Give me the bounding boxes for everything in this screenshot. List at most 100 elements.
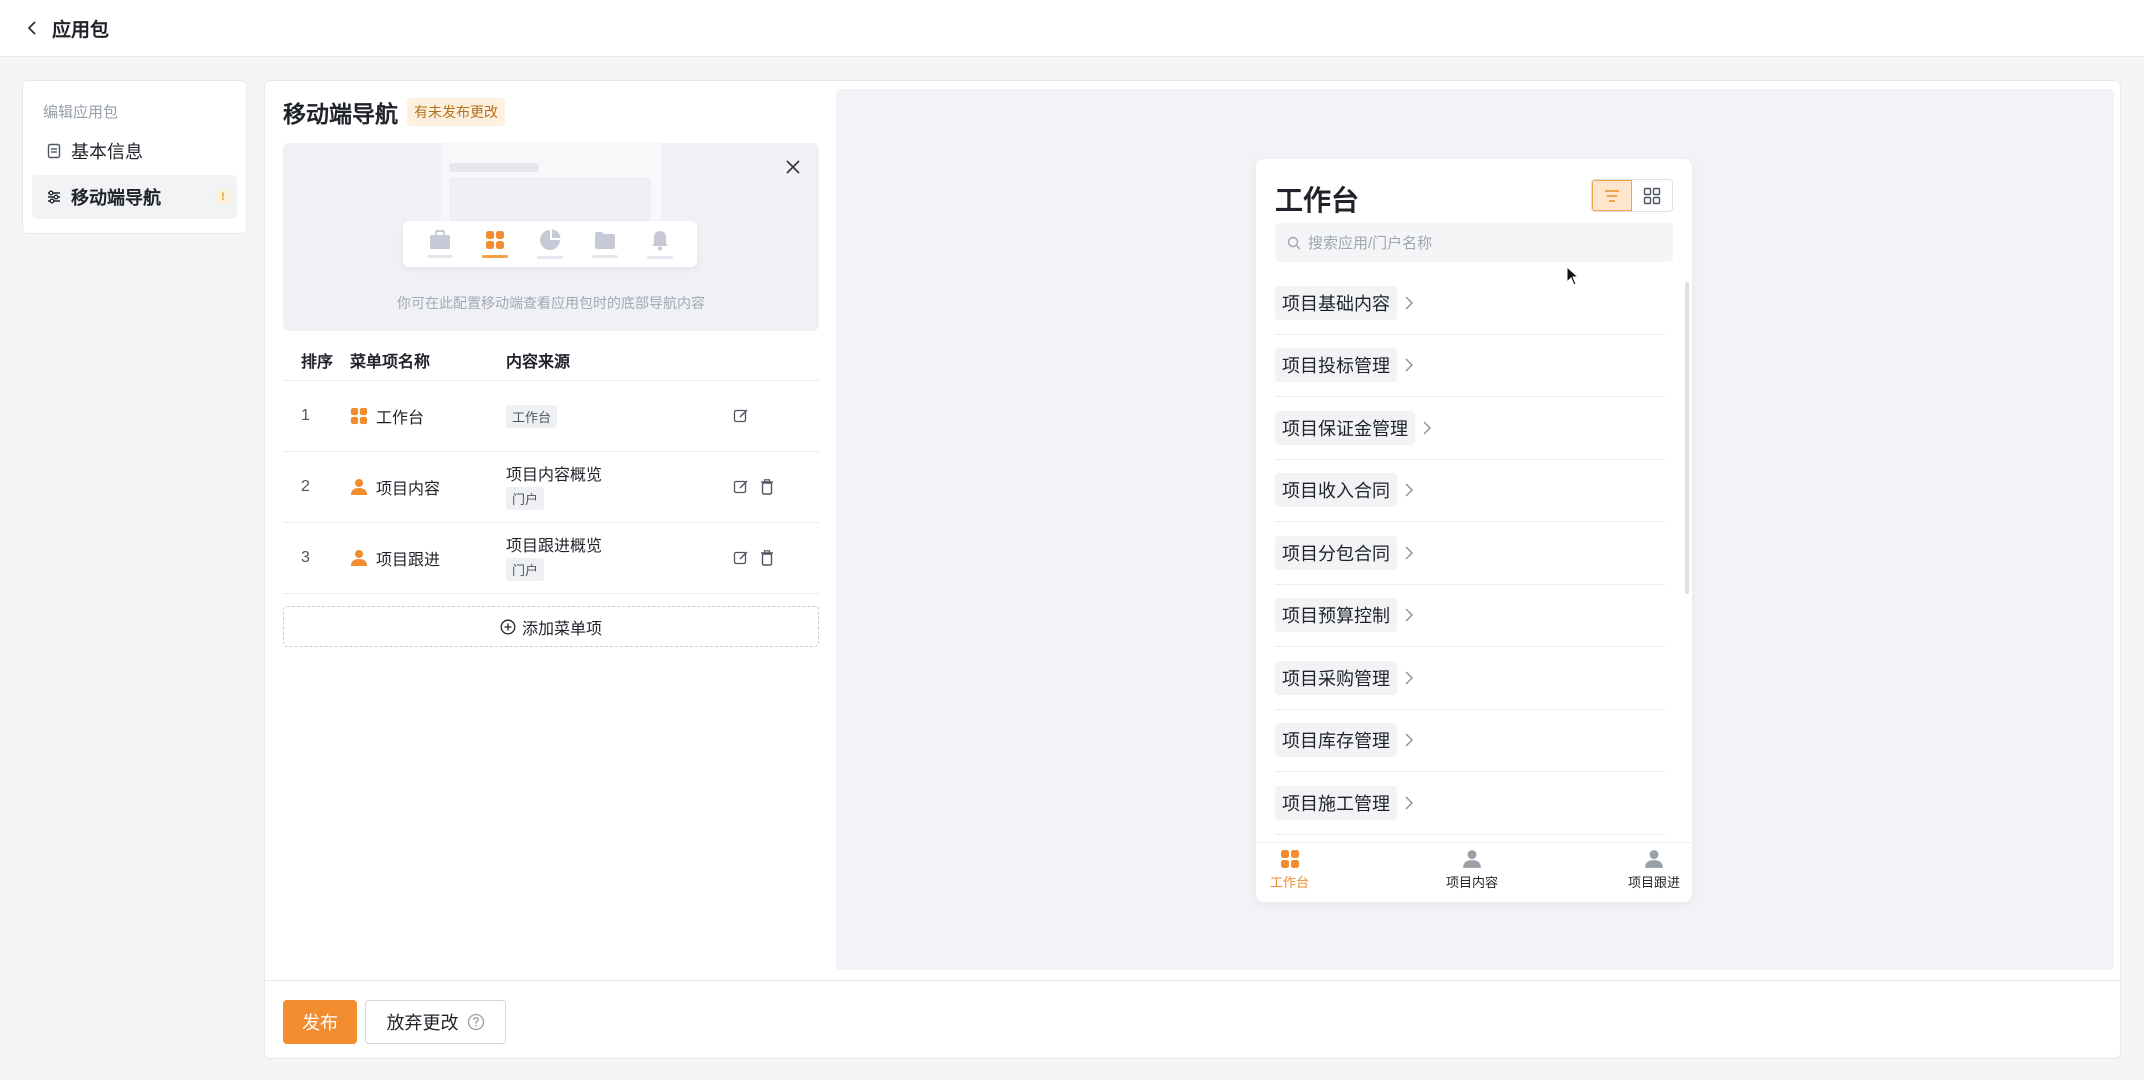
- action-footer: 发布 放弃更改: [265, 980, 2120, 1058]
- pie-chart-icon: [535, 227, 565, 261]
- list-item-label: 项目基础内容: [1275, 285, 1397, 320]
- search-icon: [1287, 236, 1301, 249]
- chevron-right-icon: [1405, 733, 1413, 747]
- nav-item-project-content[interactable]: 项目内容: [1446, 849, 1498, 891]
- list-item[interactable]: 项目施工管理: [1275, 772, 1665, 835]
- list-item-label: 项目收入合同: [1275, 473, 1397, 508]
- preview-title: 工作台: [1275, 185, 1360, 216]
- row-source-cell: 项目内容概览 门户: [506, 465, 728, 510]
- chevron-right-icon: [1405, 608, 1413, 622]
- list-item[interactable]: 项目投标管理: [1275, 335, 1665, 397]
- table-header: 排序 菜单项名称 内容来源: [283, 339, 819, 381]
- scrollbar[interactable]: [1685, 282, 1689, 594]
- list-item-label: 项目投标管理: [1275, 348, 1397, 383]
- sidebar-item-basic-info[interactable]: 基本信息: [32, 129, 237, 173]
- nav-label: 项目内容: [1446, 875, 1499, 890]
- column-header-source: 内容来源: [506, 353, 571, 371]
- list-item-label: 项目预算控制: [1275, 598, 1397, 633]
- nav-item-project-follow[interactable]: 项目跟进: [1628, 849, 1680, 891]
- grid-view-icon: [1643, 187, 1661, 204]
- top-bar: 应用包: [0, 0, 2144, 57]
- table-row: 1 工作台 工作台: [283, 381, 819, 452]
- list-item-label: 项目施工管理: [1275, 785, 1397, 820]
- status-badge: 有未发布更改: [407, 98, 505, 126]
- list-item[interactable]: 项目采购管理: [1275, 647, 1665, 710]
- phone-preview: 工作台 搜索应用/门户名称 项目基础内容 项目投标管理 项目保证金管理 项目收入…: [1256, 159, 1692, 902]
- help-icon[interactable]: [467, 1013, 485, 1031]
- list-item[interactable]: 项目预算控制: [1275, 585, 1665, 647]
- publish-button[interactable]: 发布: [283, 1000, 357, 1044]
- table-row: 3 项目跟进 项目跟进概览 门户: [283, 523, 819, 594]
- person-icon: [1645, 850, 1663, 868]
- edit-icon[interactable]: [728, 403, 754, 429]
- list-icon: [1605, 189, 1619, 202]
- grid-view-button[interactable]: [1632, 180, 1672, 211]
- nav-label: 项目跟进: [1628, 875, 1681, 890]
- chevron-right-icon: [1405, 483, 1413, 497]
- sidebar-item-mobile-nav[interactable]: 移动端导航 !: [32, 175, 237, 219]
- list-item[interactable]: 项目保证金管理: [1275, 397, 1665, 460]
- chevron-left-icon[interactable]: [22, 18, 42, 38]
- section-title: 移动端导航: [283, 101, 398, 127]
- table-row: 2 项目内容 项目内容概览 门户: [283, 452, 819, 523]
- add-menu-item-button[interactable]: 添加菜单项: [283, 606, 819, 647]
- source-tag: 门户: [506, 486, 545, 510]
- edit-icon[interactable]: [728, 474, 754, 500]
- discard-changes-button[interactable]: 放弃更改: [365, 1000, 506, 1044]
- list-item-label: 项目保证金管理: [1275, 410, 1415, 445]
- row-source-cell: 项目跟进概览 门户: [506, 536, 728, 581]
- menu-table: 排序 菜单项名称 内容来源 1 工作台 工作台 2 项目内容 项目内容概览 门户…: [283, 339, 819, 594]
- row-order: 1: [301, 407, 310, 424]
- chevron-right-icon: [1405, 358, 1413, 372]
- info-banner: 你可在此配置移动端查看应用包时的底部导航内容: [283, 143, 819, 331]
- list-view-button[interactable]: [1592, 180, 1632, 211]
- list-item[interactable]: 项目基础内容: [1275, 272, 1665, 335]
- list-item-label: 项目分包合同: [1275, 535, 1397, 570]
- sliders-icon: [48, 190, 60, 204]
- grid-icon: [350, 407, 368, 425]
- discard-label: 放弃更改: [386, 1013, 459, 1033]
- search-input[interactable]: 搜索应用/门户名称: [1275, 223, 1673, 262]
- list-item[interactable]: 项目收入合同: [1275, 460, 1665, 522]
- plus-circle-icon: [500, 619, 516, 634]
- warning-badge: !: [215, 189, 231, 205]
- grid-icon: [1280, 850, 1299, 868]
- list-item[interactable]: 项目分包合同: [1275, 522, 1665, 585]
- main-panel: 移动端导航 有未发布更改 你可在此配置移动端查看应用包时的底部导航内容 排序 菜…: [264, 80, 2121, 1059]
- column-header-order: 排序: [301, 353, 334, 371]
- row-name-cell: 项目内容: [350, 475, 506, 499]
- briefcase-icon: [425, 227, 455, 261]
- edit-icon[interactable]: [728, 545, 754, 571]
- grid-icon: [480, 227, 510, 261]
- trash-icon[interactable]: [754, 474, 780, 500]
- chevron-right-icon: [1405, 546, 1413, 560]
- preview-area: 工作台 搜索应用/门户名称 项目基础内容 项目投标管理 项目保证金管理 项目收入…: [836, 89, 2114, 970]
- close-icon[interactable]: [785, 159, 801, 180]
- row-source-cell: 工作台: [506, 404, 728, 428]
- chevron-right-icon: [1405, 296, 1413, 310]
- sidebar-group-label: 编辑应用包: [43, 104, 119, 121]
- trash-icon[interactable]: [754, 545, 780, 571]
- source-tag: 门户: [506, 557, 545, 581]
- sidebar-item-label: 基本信息: [71, 142, 143, 162]
- list-item-label: 项目库存管理: [1275, 723, 1397, 758]
- row-name-cell: 项目跟进: [350, 546, 506, 570]
- page-title: 应用包: [52, 19, 110, 41]
- chevron-right-icon: [1405, 796, 1413, 810]
- list-item-label: 项目采购管理: [1275, 660, 1397, 695]
- search-placeholder: 搜索应用/门户名称: [1308, 235, 1433, 252]
- mouse-cursor-icon: [1566, 266, 1580, 286]
- nav-item-workbench[interactable]: 工作台: [1270, 849, 1309, 891]
- chevron-right-icon: [1405, 671, 1413, 685]
- bell-icon: [645, 227, 675, 261]
- row-name: 项目跟进: [376, 552, 441, 569]
- list-item[interactable]: 项目库存管理: [1275, 710, 1665, 772]
- column-header-name: 菜单项名称: [350, 353, 431, 371]
- chevron-right-icon: [1423, 421, 1431, 435]
- document-icon: [47, 143, 61, 159]
- source-name: 项目内容概览: [506, 466, 603, 484]
- person-icon: [351, 550, 367, 566]
- person-icon: [351, 479, 367, 495]
- row-name: 项目内容: [376, 481, 441, 498]
- source-name: 项目跟进概览: [506, 537, 603, 555]
